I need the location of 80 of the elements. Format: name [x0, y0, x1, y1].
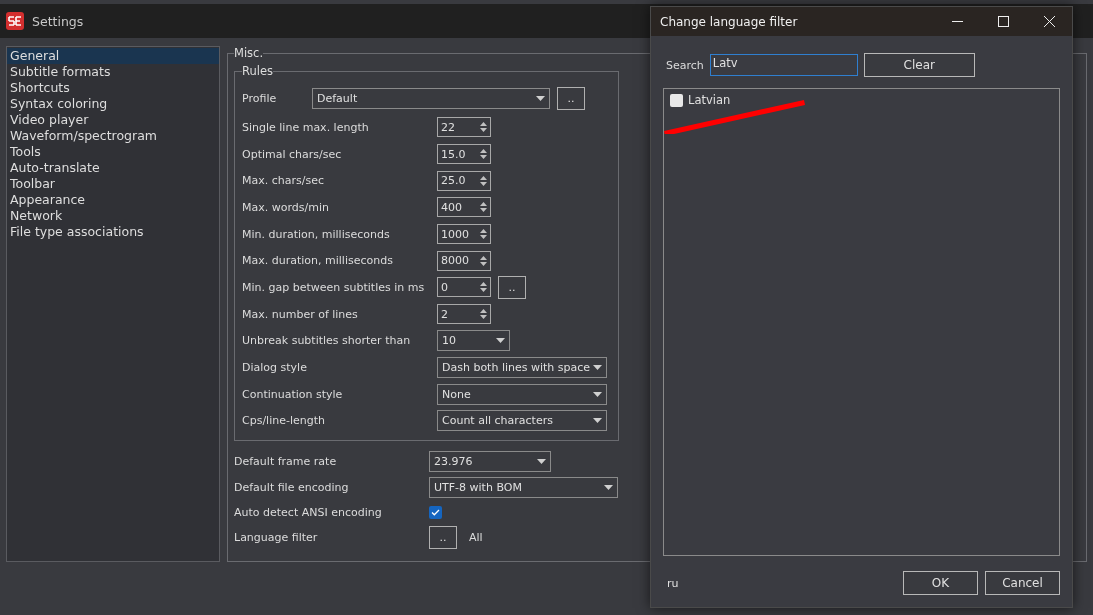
group-title: Rules — [242, 64, 274, 78]
category-item[interactable]: General — [7, 48, 219, 64]
dialog-title: Change language filter — [660, 14, 799, 29]
caret-icon — [593, 391, 602, 397]
category-item[interactable]: Subtitle formats — [7, 64, 219, 80]
caret-icon — [496, 338, 505, 344]
spin-arrows-icon[interactable] — [480, 174, 487, 187]
language-code: ru — [666, 576, 680, 590]
setting-label: Max. number of lines — [242, 307, 359, 321]
category-item[interactable]: File type associations — [7, 224, 219, 240]
checkbox[interactable] — [429, 506, 442, 519]
setting-label: Max. words/min — [242, 200, 330, 214]
setting-label: Max. duration, milliseconds — [242, 254, 394, 268]
category-item[interactable]: Toolbar — [7, 176, 219, 192]
search-field[interactable]: Latv — [709, 54, 858, 76]
setting-label: Min. gap between subtitles in ms — [242, 280, 426, 294]
number-field[interactable]: 22 — [437, 117, 491, 138]
setting-label: Unbreak subtitles shorter than — [242, 334, 412, 348]
dropdown[interactable]: 23.976 — [429, 451, 551, 473]
app-logo — [6, 12, 24, 30]
number-field[interactable]: 2 — [437, 304, 491, 325]
number-field[interactable]: 15.0 — [437, 144, 491, 165]
category-item[interactable]: Appearance — [7, 192, 219, 208]
setting-label: Max. chars/sec — [242, 174, 325, 188]
setting-label: Optimal chars/sec — [242, 147, 343, 161]
category-item[interactable]: Auto-translate — [7, 160, 219, 176]
dropdown[interactable]: UTF-8 with BOM — [429, 476, 618, 498]
setting-label: Default frame rate — [234, 455, 338, 469]
dialog-button[interactable]: OK — [903, 571, 978, 595]
category-item[interactable]: Waveform/spectrogram — [7, 128, 219, 144]
minimize-icon — [951, 21, 963, 22]
number-field[interactable]: 0 — [437, 277, 491, 298]
category-item[interactable]: Tools — [7, 144, 219, 160]
language-label[interactable]: Latvian — [688, 93, 731, 107]
spin-arrows-icon[interactable] — [480, 308, 487, 321]
setting-label: Continuation style — [242, 387, 344, 401]
search-label: Search — [666, 58, 704, 72]
category-item[interactable]: Network — [7, 208, 219, 224]
more-button[interactable]: .. — [429, 526, 457, 550]
spin-arrows-icon[interactable] — [480, 201, 487, 214]
spin-arrows-icon[interactable] — [480, 281, 487, 294]
caret-icon — [537, 459, 546, 465]
spin-arrows-icon[interactable] — [480, 121, 487, 134]
setting-label: Language filter — [234, 531, 319, 545]
maximize-icon — [997, 16, 1009, 27]
category-item[interactable]: Video player — [7, 112, 219, 128]
caret-icon — [536, 95, 545, 101]
caret-icon — [593, 418, 602, 424]
caret-icon — [593, 365, 602, 371]
dropdown[interactable]: Default — [312, 87, 550, 109]
close-icon — [1043, 16, 1055, 27]
clear-button[interactable]: Clear — [863, 53, 975, 77]
setting-label: Single line max. length — [242, 120, 370, 134]
category-item[interactable]: Syntax coloring — [7, 96, 219, 112]
dropdown[interactable]: 10 — [437, 330, 510, 352]
setting-label: Profile — [242, 91, 278, 105]
group-title: Misc. — [234, 46, 264, 60]
category-item[interactable]: Shortcuts — [7, 80, 219, 96]
number-field[interactable]: 1000 — [437, 224, 491, 245]
spin-arrows-icon[interactable] — [480, 254, 487, 267]
setting-label: Default file encoding — [234, 480, 350, 494]
window-title: Settings — [32, 13, 84, 29]
spin-arrows-icon[interactable] — [480, 148, 487, 161]
dropdown[interactable]: Count all characters — [437, 410, 607, 432]
setting-label: Min. duration, milliseconds — [242, 227, 391, 241]
setting-label: Cps/line-length — [242, 414, 326, 428]
number-field[interactable]: 400 — [437, 197, 491, 218]
number-field[interactable]: 25.0 — [437, 170, 491, 191]
dropdown[interactable]: Dash both lines with space — [437, 357, 607, 379]
filter-value: All — [469, 531, 483, 545]
caret-icon — [604, 484, 613, 490]
checkbox[interactable] — [670, 93, 683, 107]
dialog-button[interactable]: Cancel — [985, 571, 1060, 595]
spin-arrows-icon[interactable] — [480, 228, 487, 241]
setting-label: Auto detect ANSI encoding — [234, 506, 383, 519]
more-button[interactable]: .. — [498, 275, 526, 299]
setting-label: Dialog style — [242, 361, 308, 375]
more-button[interactable]: .. — [557, 86, 585, 110]
dropdown[interactable]: None — [437, 383, 607, 405]
number-field[interactable]: 8000 — [437, 250, 491, 271]
